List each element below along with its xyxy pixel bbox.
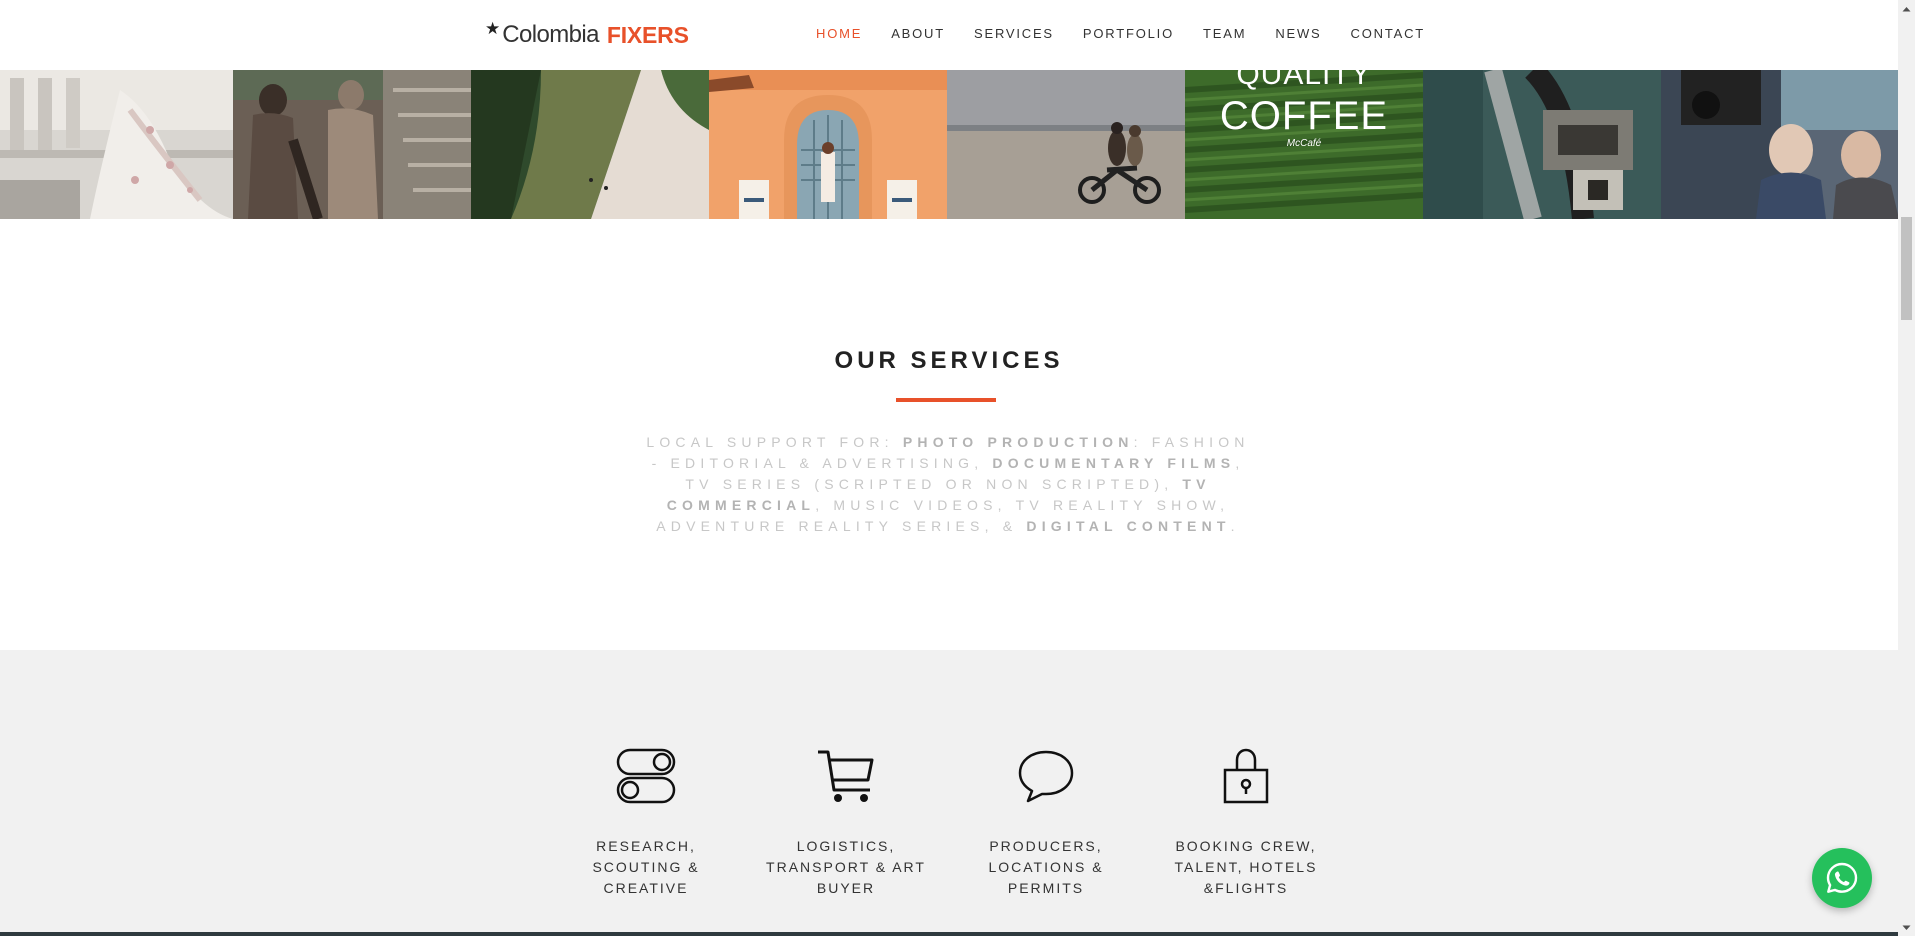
whatsapp-icon	[1826, 862, 1858, 893]
toggle-icon	[616, 748, 676, 804]
gallery-tile-painted-models[interactable]	[233, 70, 471, 219]
main-nav: HOME ABOUT SERVICES PORTFOLIO TEAM NEWS …	[816, 26, 1425, 41]
site-logo[interactable]: ★ Colombia FIXERS	[485, 18, 689, 52]
speech-bubble-icon	[1018, 750, 1074, 803]
feature-research: RESEARCH, SCOUTING & CREATIVE	[566, 746, 726, 899]
portfolio-gallery-strip: QUALITY COFFEE McCafé	[0, 70, 1898, 219]
feature-producers: PRODUCERS, LOCATIONS & PERMITS	[966, 746, 1126, 899]
page: ★ Colombia FIXERS HOME ABOUT SERVICES PO…	[0, 0, 1915, 936]
services-features: RESEARCH, SCOUTING & CREATIVE LOGISTICS,…	[0, 650, 1898, 934]
scroll-up-arrow-icon[interactable]	[1898, 0, 1915, 17]
feature-label: RESEARCH, SCOUTING & CREATIVE	[592, 838, 700, 896]
logo-brand-accent: FIXERS	[606, 21, 689, 48]
scroll-down-arrow-icon[interactable]	[1898, 919, 1915, 936]
padlock-icon	[1223, 748, 1269, 804]
intro-text-highlight: DOCUMENTARY FILMS	[992, 455, 1236, 471]
nav-home[interactable]: HOME	[816, 26, 862, 41]
intro-text-part: LOCAL SUPPORT FOR:	[646, 434, 903, 450]
intro-text-highlight: DIGITAL CONTENT	[1026, 518, 1231, 534]
logo-star-icon: ★	[485, 19, 501, 38]
vertical-scrollbar[interactable]	[1898, 0, 1915, 936]
services-intro-text: LOCAL SUPPORT FOR: PHOTO PRODUCTION: FAS…	[638, 432, 1258, 537]
nav-team[interactable]: TEAM	[1203, 26, 1246, 41]
gallery-tile-quality-coffee[interactable]: QUALITY COFFEE McCafé	[1185, 70, 1423, 219]
feature-label: LOGISTICS, TRANSPORT & ART BUYER	[766, 838, 926, 896]
nav-contact[interactable]: CONTACT	[1351, 26, 1425, 41]
coffee-brand: McCafé	[1286, 138, 1322, 149]
shopping-cart-icon	[818, 750, 874, 802]
whatsapp-button[interactable]	[1812, 848, 1872, 908]
intro-text-highlight: PHOTO PRODUCTION	[902, 434, 1134, 450]
services-section: OUR SERVICES LOCAL SUPPORT FOR: PHOTO PR…	[0, 219, 1898, 650]
gallery-tile-fashion-model[interactable]	[0, 70, 233, 219]
scrollbar-thumb[interactable]	[1901, 217, 1912, 320]
nav-news[interactable]: NEWS	[1275, 26, 1321, 41]
coffee-caption-line1: QUALITY	[1236, 70, 1372, 91]
footer-edge	[0, 932, 1898, 936]
coffee-caption-line2: COFFEE	[1219, 94, 1389, 138]
nav-about[interactable]: ABOUT	[891, 26, 945, 41]
title-divider	[896, 398, 996, 402]
gallery-tile-film-crew[interactable]	[1661, 70, 1898, 219]
nav-services[interactable]: SERVICES	[974, 26, 1054, 41]
gallery-tile-orange-doorway[interactable]	[709, 70, 947, 219]
nav-portfolio[interactable]: PORTFOLIO	[1083, 26, 1174, 41]
feature-label: PRODUCERS, LOCATIONS & PERMITS	[988, 838, 1104, 896]
site-header: ★ Colombia FIXERS HOME ABOUT SERVICES PO…	[0, 0, 1898, 70]
gallery-tile-aerial-river[interactable]	[471, 70, 709, 219]
logo-brand-main: Colombia	[502, 21, 599, 48]
feature-logistics: LOGISTICS, TRANSPORT & ART BUYER	[766, 746, 926, 899]
intro-text-part: .	[1230, 518, 1240, 534]
feature-booking: BOOKING CREW, TALENT, HOTELS &FLIGHTS	[1166, 746, 1326, 899]
gallery-tile-motorcycle-beach[interactable]	[947, 70, 1185, 219]
gallery-tile-camera-equipment[interactable]	[1423, 70, 1661, 219]
services-title: OUR SERVICES	[834, 347, 1064, 374]
feature-label: BOOKING CREW, TALENT, HOTELS &FLIGHTS	[1174, 838, 1318, 896]
